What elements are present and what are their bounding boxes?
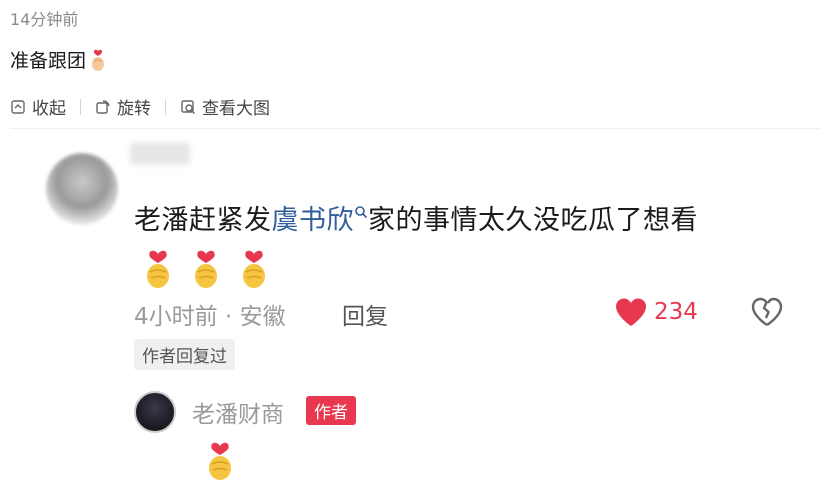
comment-text-before: 老潘赶紧发: [134, 205, 272, 236]
divider: [165, 98, 166, 115]
search-icon: [354, 195, 368, 226]
author-badge: 作者: [306, 396, 356, 425]
rotate-button[interactable]: 旋转: [95, 94, 151, 119]
hand-heart-icon: [243, 250, 265, 288]
reply-emoji: [202, 439, 238, 485]
post-text-content: 准备跟团: [10, 50, 87, 72]
view-large-label: 查看大图: [202, 99, 270, 119]
author-avatar[interactable]: [134, 391, 176, 433]
commenter-avatar: [46, 153, 118, 225]
divider: [80, 98, 81, 115]
dislike-button[interactable]: [750, 297, 784, 331]
post-timestamp: 14分钟前: [10, 10, 79, 29]
author-replied-tag: 作者回复过: [134, 339, 235, 370]
emoji-row: [140, 247, 272, 289]
heart-icon: [616, 298, 646, 326]
view-large-button[interactable]: 查看大图: [180, 94, 270, 119]
hand-heart-icon: [195, 250, 217, 288]
view-large-icon: [181, 99, 195, 114]
blurred-nickname: [130, 143, 190, 165]
hand-heart-small-icon: [88, 48, 108, 72]
comment-text: 老潘赶紧发虞书欣 家的事情太久没吃瓜了想看: [134, 195, 698, 237]
author-name[interactable]: 老潘财商: [192, 395, 284, 429]
collapse-label: 收起: [32, 99, 66, 119]
broken-heart-icon: [751, 297, 783, 327]
comment-screenshot[interactable]: 老潘赶紧发虞书欣 家的事情太久没吃瓜了想看 4小时前 · 安徽 回复 234 作…: [10, 128, 820, 490]
rotate-icon: [96, 99, 110, 114]
like-count: 234: [654, 299, 698, 325]
like-button[interactable]: 234: [614, 297, 698, 327]
image-action-bar: 收起 旋转 查看大图: [10, 94, 270, 119]
reply-button[interactable]: 回复: [342, 297, 388, 331]
comment-link[interactable]: 虞书欣: [272, 205, 355, 236]
hand-heart-icon: [147, 250, 169, 288]
rotate-label: 旋转: [117, 99, 151, 119]
collapse-icon: [11, 99, 25, 114]
hand-heart-icon: [209, 442, 231, 480]
post-text: 准备跟团: [10, 46, 108, 73]
collapse-button[interactable]: 收起: [10, 94, 66, 119]
comment-text-after: 家的事情太久没吃瓜了想看: [368, 205, 698, 236]
comment-meta: 4小时前 · 安徽: [134, 304, 286, 330]
